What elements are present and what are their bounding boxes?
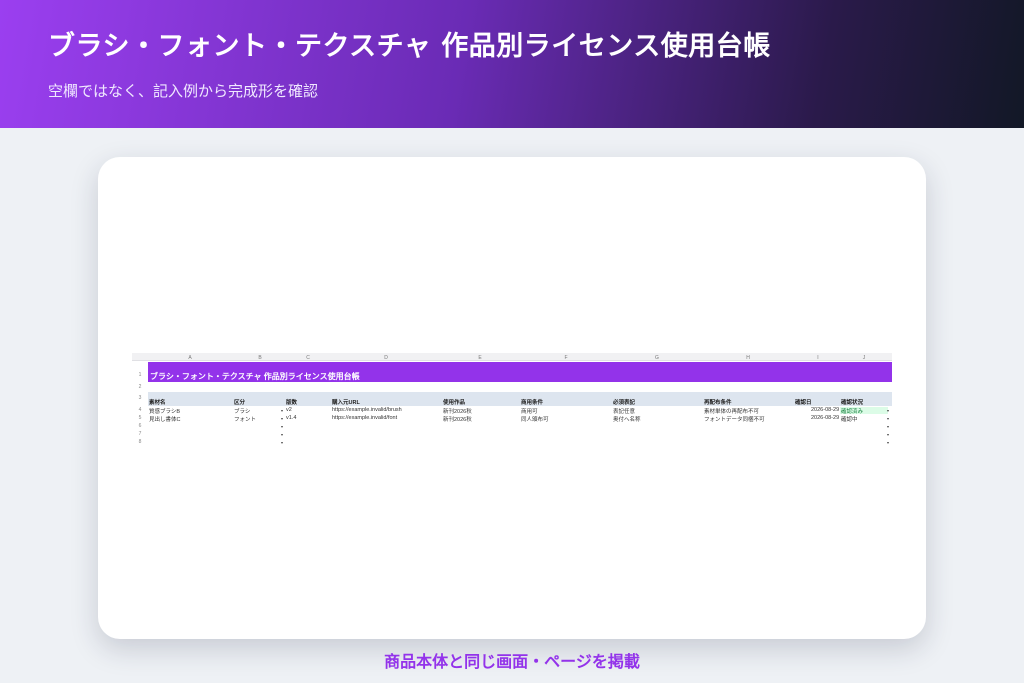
cell-status[interactable]: 確認済み <box>840 407 888 415</box>
header-row-band <box>148 392 892 406</box>
header-banner: ブラシ・フォント・テクスチャ 作品別ライセンス使用台帳 空欄ではなく、記入例から… <box>0 0 1024 128</box>
cell-credit[interactable]: 奥付へ名称 <box>613 415 641 423</box>
cell-url[interactable]: https://example.invalid/brush <box>332 407 402 413</box>
cell-credit[interactable]: 表記任意 <box>613 407 635 415</box>
cell-url[interactable]: https://example.invalid/font <box>332 415 397 421</box>
footer-note: 商品本体と同じ画面・ページを掲載 <box>384 652 640 671</box>
row-number[interactable]: 1 <box>132 372 148 378</box>
header-work[interactable]: 使用作品 <box>443 398 465 406</box>
dropdown-arrow-icon[interactable]: ▾ <box>887 416 889 421</box>
cell-work[interactable]: 新刊2026秋 <box>443 415 472 423</box>
row-number[interactable]: 2 <box>132 384 148 390</box>
column-letter[interactable]: E <box>462 355 498 361</box>
column-letter[interactable]: I <box>800 355 836 361</box>
header-credit[interactable]: 必須表記 <box>613 398 635 406</box>
column-letter[interactable]: A <box>172 355 208 361</box>
cell-redistribution[interactable]: フォントデータ同梱不可 <box>704 415 765 423</box>
cell-category[interactable]: フォント <box>234 415 256 423</box>
dropdown-arrow-icon[interactable]: ▾ <box>281 432 283 437</box>
dropdown-arrow-icon[interactable]: ▾ <box>887 424 889 429</box>
header-version[interactable]: 版数 <box>286 398 297 406</box>
dropdown-arrow-icon[interactable]: ▾ <box>281 424 283 429</box>
column-letter[interactable]: G <box>639 355 675 361</box>
dropdown-arrow-icon[interactable]: ▾ <box>887 432 889 437</box>
row-number[interactable]: 3 <box>132 395 148 401</box>
row-number[interactable]: 5 <box>132 415 148 421</box>
column-letter[interactable]: F <box>548 355 584 361</box>
cell-commercial[interactable]: 商用可 <box>521 407 538 415</box>
header-redistribution[interactable]: 再配布条件 <box>704 398 732 406</box>
spreadsheet[interactable]: A B C D E F G H I J 1 2 3 4 5 6 7 8 ブラシ・… <box>132 353 892 447</box>
cell-category[interactable]: ブラシ <box>234 407 250 415</box>
header-url[interactable]: 購入元URL <box>332 398 360 406</box>
header-material[interactable]: 素材名 <box>149 398 166 406</box>
column-letter[interactable]: B <box>242 355 278 361</box>
column-letter[interactable]: J <box>846 355 882 361</box>
column-letter[interactable]: C <box>290 355 326 361</box>
cell-date[interactable]: 2026-08-29 <box>811 415 839 421</box>
cell-material[interactable]: 見出し書体C <box>149 415 180 423</box>
header-date[interactable]: 確認日 <box>795 398 812 406</box>
row-number[interactable]: 8 <box>132 439 148 445</box>
page-title: ブラシ・フォント・テクスチャ 作品別ライセンス使用台帳 <box>48 31 771 62</box>
row-number[interactable]: 4 <box>132 407 148 413</box>
cell-status[interactable]: 確認中 <box>841 415 858 423</box>
header-category[interactable]: 区分 <box>234 398 245 406</box>
column-letter[interactable]: D <box>368 355 404 361</box>
dropdown-arrow-icon[interactable]: ▾ <box>281 440 283 445</box>
column-letter[interactable]: H <box>730 355 766 361</box>
row-number[interactable]: 7 <box>132 431 148 437</box>
dropdown-arrow-icon[interactable]: ▾ <box>887 408 889 413</box>
dropdown-arrow-icon[interactable]: ▾ <box>281 416 283 421</box>
cell-version[interactable]: v1.4 <box>286 415 296 421</box>
header-status[interactable]: 確認状況 <box>841 398 863 406</box>
cell-date[interactable]: 2026-08-29 <box>811 407 839 413</box>
cell-work[interactable]: 新刊2026秋 <box>443 407 472 415</box>
sheet-title-cell[interactable]: ブラシ・フォント・テクスチャ 作品別ライセンス使用台帳 <box>148 362 892 382</box>
dropdown-arrow-icon[interactable]: ▾ <box>281 408 283 413</box>
cell-commercial[interactable]: 同人頒布可 <box>521 415 549 423</box>
cell-redistribution[interactable]: 素材単体の再配布不可 <box>704 407 759 415</box>
dropdown-arrow-icon[interactable]: ▾ <box>887 440 889 445</box>
column-header-bar: A B C D E F G H I J <box>132 353 892 361</box>
cell-material[interactable]: 質感ブラシB <box>149 407 180 415</box>
row-number[interactable]: 6 <box>132 423 148 429</box>
header-commercial[interactable]: 商用条件 <box>521 398 543 406</box>
cell-version[interactable]: v2 <box>286 407 292 413</box>
page-subtitle: 空欄ではなく、記入例から完成形を確認 <box>48 82 319 100</box>
